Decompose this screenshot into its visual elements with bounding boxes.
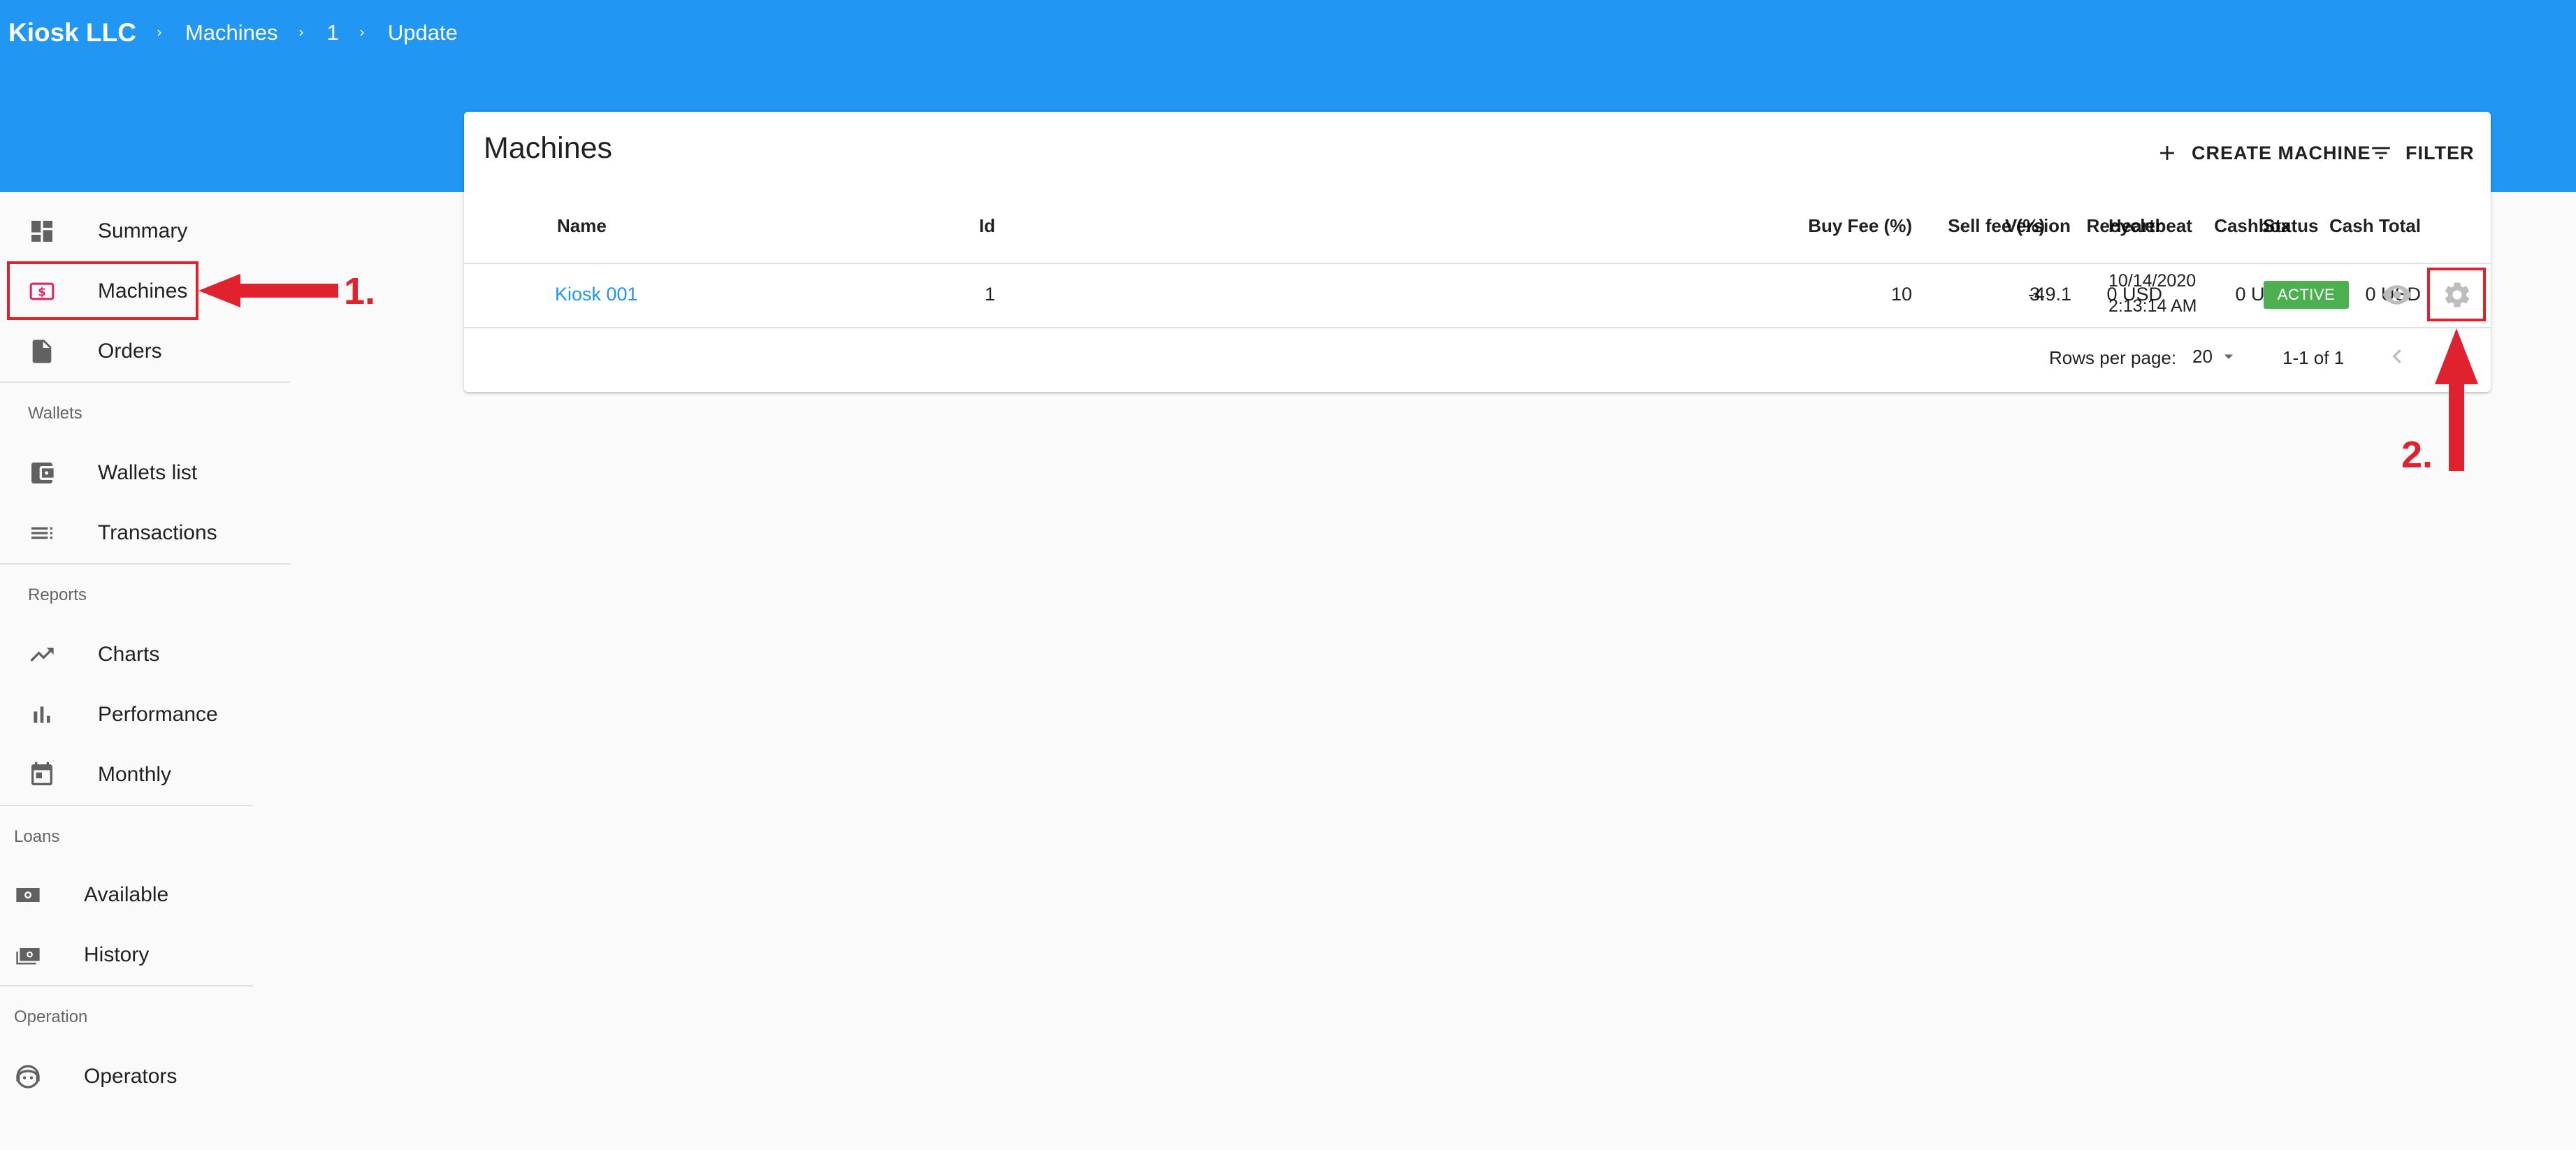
annotation-step-2: 2. <box>2401 434 2433 476</box>
machine-name-link[interactable]: Kiosk 001 <box>555 284 638 305</box>
status-badge: ACTIVE <box>2264 281 2349 309</box>
chevron-right-icon <box>295 27 307 39</box>
calendar-icon <box>28 761 56 789</box>
column-header-version[interactable]: Version <box>2005 215 2071 237</box>
column-header-heartbeat[interactable]: Heartbeat <box>2108 215 2192 237</box>
arrow-up-annotation <box>2435 328 2478 471</box>
divider <box>0 563 290 565</box>
filter-icon <box>2372 147 2390 159</box>
sidebar-item-charts[interactable]: Charts <box>0 625 287 685</box>
cell-buy-fee: 10 <box>1890 284 1912 305</box>
highlight-box-gear <box>2427 268 2486 321</box>
chevron-left-icon[interactable] <box>2383 342 2411 370</box>
column-header-cash-total[interactable]: Cash Total <box>2329 215 2421 237</box>
divider <box>0 985 253 987</box>
cell-version: 3.9.1 <box>2029 284 2072 305</box>
pagination-range: 1-1 of 1 <box>2282 347 2345 368</box>
section-label-wallets: Wallets <box>28 404 82 423</box>
eye-icon[interactable] <box>2382 279 2412 310</box>
dropdown-arrow-icon <box>2224 354 2234 359</box>
create-machine-button[interactable]: CREATE MACHINE <box>2155 136 2371 170</box>
money-stack-icon <box>14 941 42 969</box>
sidebar-item-monthly[interactable]: Monthly <box>0 745 287 805</box>
breadcrumb-current: Update <box>387 20 458 45</box>
money-icon <box>14 881 42 909</box>
rows-per-page-label: Rows per page: <box>2049 347 2177 368</box>
wallet-icon <box>28 459 56 487</box>
sidebar-item-wallets-list[interactable]: Wallets list <box>0 443 287 503</box>
rows-per-page-select[interactable]: 20 <box>2192 342 2239 370</box>
column-header-status[interactable]: Status <box>2263 215 2318 237</box>
sidebar-item-label: Performance <box>98 703 218 726</box>
arrow-left-annotation <box>198 274 338 307</box>
column-header-id[interactable]: Id <box>979 215 995 237</box>
breadcrumb: Kiosk LLC Machines 1 Update <box>8 15 458 50</box>
section-label-operation: Operation <box>14 1007 88 1026</box>
page-title: Machines <box>484 131 613 165</box>
chevron-right-icon <box>153 27 166 39</box>
header-divider <box>464 263 2491 264</box>
section-label-loans: Loans <box>14 827 60 846</box>
sidebar-item-label: Summary <box>98 219 188 242</box>
column-header-buy-fee[interactable]: Buy Fee (%) <box>1808 215 1912 237</box>
create-machine-label: CREATE MACHINE <box>2192 142 2371 163</box>
sidebar-item-label: Charts <box>98 643 160 666</box>
sidebar-item-available[interactable]: Available <box>0 865 253 925</box>
cell-heartbeat-date: 10/14/2020 <box>2108 271 2197 291</box>
trending-up-icon <box>28 641 56 669</box>
divider <box>0 805 253 806</box>
sidebar-item-summary[interactable]: Summary <box>0 201 287 261</box>
sidebar-item-performance[interactable]: Performance <box>0 685 287 745</box>
divider <box>0 381 290 383</box>
rows-per-page-value: 20 <box>2192 345 2213 367</box>
sidebar-item-history[interactable]: History <box>0 925 253 985</box>
cell-id: 1 <box>984 284 995 305</box>
sidebar-item-label: Wallets list <box>98 461 198 484</box>
breadcrumb-id[interactable]: 1 <box>327 20 339 45</box>
breadcrumb-root[interactable]: Kiosk LLC <box>8 18 136 48</box>
sidebar-item-label: Orders <box>98 340 162 363</box>
sidebar-item-orders[interactable]: Orders <box>0 321 287 381</box>
bar-chart-icon <box>28 701 56 729</box>
filter-label: FILTER <box>2405 142 2475 163</box>
highlight-box-machines <box>7 261 198 320</box>
sidebar-item-label: Transactions <box>98 521 217 544</box>
sidebar-item-operators[interactable]: Operators <box>0 1047 253 1107</box>
sidebar-item-label: Operators <box>84 1065 178 1088</box>
annotation-step-1: 1. <box>344 270 376 312</box>
sidebar-item-transactions[interactable]: Transactions <box>0 503 287 563</box>
breadcrumb-machines[interactable]: Machines <box>185 20 278 45</box>
sidebar-item-label: Available <box>84 883 169 906</box>
chevron-right-icon <box>356 27 368 39</box>
operator-face-icon <box>14 1063 42 1091</box>
machines-card: Machines CREATE MACHINE FILTER Id Name B… <box>464 112 2491 392</box>
cell-heartbeat-time: 2:13:14 AM <box>2108 296 2197 316</box>
file-icon <box>28 337 56 365</box>
section-label-reports: Reports <box>28 585 87 604</box>
column-header-name[interactable]: Name <box>557 215 607 237</box>
dashboard-icon <box>28 217 56 245</box>
list-icon <box>28 519 56 547</box>
filter-button[interactable]: FILTER <box>2369 136 2474 170</box>
sidebar-item-label: Monthly <box>98 763 172 786</box>
plus-icon <box>2160 146 2174 160</box>
sidebar-item-label: History <box>84 943 150 966</box>
row-divider <box>464 327 2491 328</box>
